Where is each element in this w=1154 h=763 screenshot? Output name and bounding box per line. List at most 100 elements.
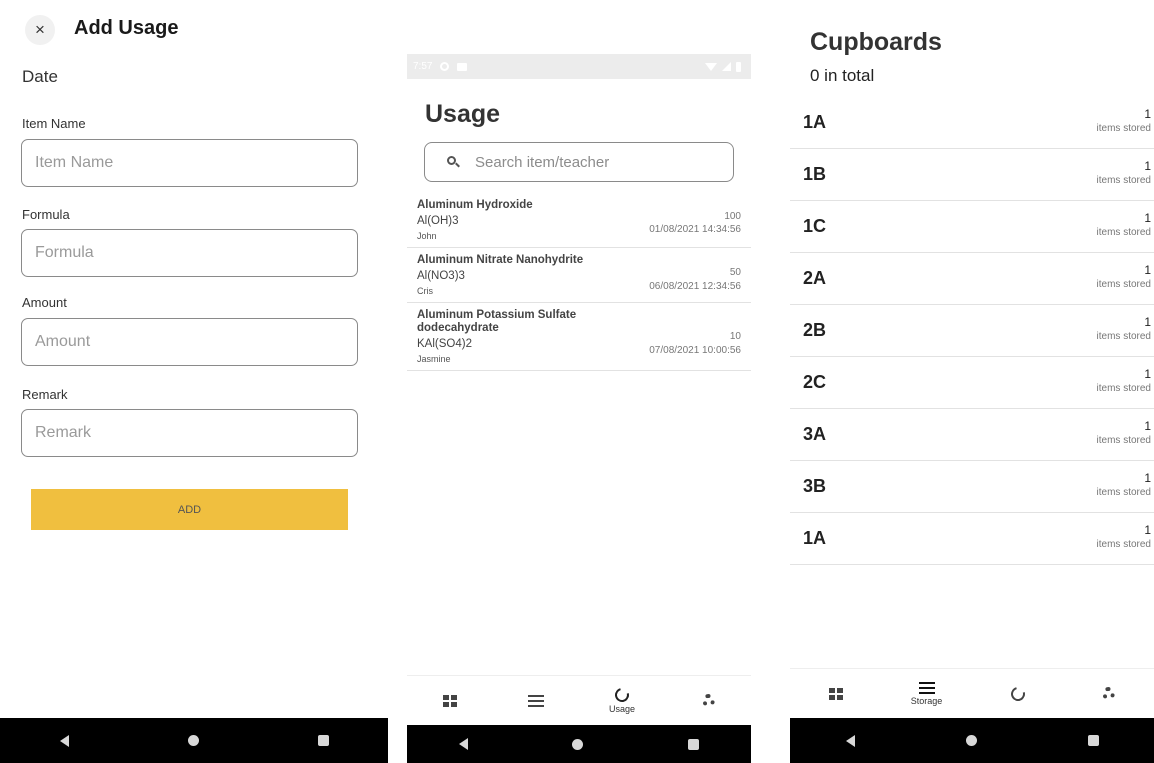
list-item[interactable]: Aluminum Hydroxide Al(OH)3 John 100 01/0… <box>407 193 751 248</box>
home-icon[interactable] <box>187 735 199 746</box>
list-item[interactable]: 1C 1 items stored <box>790 201 1154 253</box>
system-nav-bar <box>0 718 388 763</box>
date-label[interactable]: Date <box>22 67 58 87</box>
back-icon[interactable] <box>459 738 469 750</box>
cupboard-name: 1A <box>803 528 827 548</box>
usage-list: Aluminum Hydroxide Al(OH)3 John 100 01/0… <box>407 193 751 371</box>
settings-status-icon <box>440 62 450 71</box>
item-count-unit: items stored <box>1096 175 1151 186</box>
item-count-unit: items stored <box>1096 227 1151 238</box>
home-icon[interactable] <box>965 735 977 746</box>
amount-label: Amount <box>22 295 67 310</box>
tab-storage[interactable]: Storage <box>881 669 972 718</box>
cupboard-name: 2C <box>803 372 827 392</box>
item-amount: 50 <box>729 267 741 278</box>
item-count: 1 <box>1144 159 1151 173</box>
dashboard-icon <box>443 694 457 707</box>
tab-dashboard[interactable] <box>790 669 881 718</box>
tab-dashboard[interactable] <box>407 676 493 725</box>
item-name: Aluminum Hydroxide <box>417 199 533 211</box>
search-box[interactable] <box>424 142 734 182</box>
list-item[interactable]: Aluminum Nitrate Nanohydrite Al(NO3)3 Cr… <box>407 248 751 303</box>
formula-label: Formula <box>22 207 70 222</box>
gear-icon <box>1102 687 1115 700</box>
item-count-unit: items stored <box>1096 383 1151 394</box>
tab-usage[interactable] <box>972 669 1063 718</box>
tab-storage[interactable] <box>493 676 579 725</box>
system-nav-bar <box>790 718 1154 763</box>
item-count: 1 <box>1144 367 1151 381</box>
list-item[interactable]: Aluminum Potassium Sulfate dodecahydrate… <box>407 303 751 371</box>
list-item[interactable]: 1A 1 items stored <box>790 97 1154 149</box>
item-count-unit: items stored <box>1096 331 1151 342</box>
back-icon[interactable] <box>845 734 855 747</box>
battery-icon <box>736 61 741 72</box>
usage-circle-icon <box>1007 683 1028 704</box>
item-name: Aluminum Nitrate Nanohydrite <box>417 254 584 266</box>
page-title: Usage <box>425 100 501 128</box>
list-item[interactable]: 2A 1 items stored <box>790 253 1154 305</box>
cupboard-name: 1C <box>803 216 827 236</box>
status-time: 7:57 <box>413 61 433 72</box>
item-count: 1 <box>1144 419 1151 433</box>
tab-settings[interactable] <box>665 676 751 725</box>
page-title: Add Usage <box>74 17 179 39</box>
item-count-unit: items stored <box>1096 435 1151 446</box>
item-datetime: 07/08/2021 10:00:56 <box>649 345 741 356</box>
tab-settings[interactable] <box>1063 669 1154 718</box>
cupboard-name: 1A <box>803 112 827 132</box>
cupboard-list: 1A 1 items stored 1B 1 items stored 1C 1… <box>790 97 1154 565</box>
cupboard-name: 2A <box>803 268 827 288</box>
add-usage-screen: × Add Usage Date Item Name Formula Amoun… <box>0 0 388 763</box>
remark-input[interactable] <box>21 409 358 457</box>
back-icon[interactable] <box>59 734 69 747</box>
total-count: 0 in total <box>810 66 875 85</box>
item-count: 1 <box>1144 315 1151 329</box>
usage-screen: 7:57 Usage Aluminum Hydroxide Al(OH)3 Jo… <box>407 0 751 763</box>
bottom-tab-bar: Usage <box>407 675 751 725</box>
wifi-icon <box>705 62 717 71</box>
list-item[interactable]: 3A 1 items stored <box>790 409 1154 461</box>
item-count: 1 <box>1144 211 1151 225</box>
item-amount: 10 <box>729 331 741 342</box>
recents-icon[interactable] <box>1087 735 1099 746</box>
list-item[interactable]: 3B 1 items stored <box>790 461 1154 513</box>
amount-input[interactable] <box>21 318 358 366</box>
cupboard-name: 1B <box>803 164 827 184</box>
home-icon[interactable] <box>572 738 584 750</box>
list-item[interactable]: 2B 1 items stored <box>790 305 1154 357</box>
item-count-unit: items stored <box>1096 487 1151 498</box>
item-count: 1 <box>1144 263 1151 277</box>
tab-usage[interactable]: Usage <box>579 676 665 725</box>
search-input[interactable] <box>475 153 695 171</box>
status-bar: 7:57 <box>407 54 751 79</box>
item-count-unit: items stored <box>1096 123 1151 134</box>
list-item[interactable]: 2C 1 items stored <box>790 357 1154 409</box>
item-datetime: 01/08/2021 14:34:56 <box>649 224 741 235</box>
search-icon <box>447 156 460 168</box>
list-item[interactable]: 1B 1 items stored <box>790 149 1154 201</box>
item-count-unit: items stored <box>1096 539 1151 550</box>
gear-icon <box>701 694 715 707</box>
formula-input[interactable] <box>21 229 358 277</box>
cupboard-name: 2B <box>803 320 827 340</box>
close-icon: × <box>35 20 45 39</box>
signal-icon <box>722 62 731 71</box>
item-datetime: 06/08/2021 12:34:56 <box>649 281 741 292</box>
recents-icon[interactable] <box>687 738 699 750</box>
item-count-unit: items stored <box>1096 279 1151 290</box>
item-amount: 100 <box>724 211 741 222</box>
close-button[interactable]: × <box>25 15 55 45</box>
item-count: 1 <box>1144 523 1151 537</box>
cupboard-name: 3A <box>803 424 827 444</box>
bottom-tab-bar: Storage <box>790 668 1154 718</box>
item-name-input[interactable] <box>21 139 358 187</box>
cupboards-screen: Cupboards 0 in total 1A 1 items stored 1… <box>790 0 1154 763</box>
add-button[interactable]: ADD <box>31 489 348 530</box>
item-count: 1 <box>1144 471 1151 485</box>
list-icon <box>918 681 935 694</box>
item-count: 1 <box>1144 107 1151 121</box>
recents-icon[interactable] <box>317 735 329 746</box>
page-title: Cupboards <box>810 28 942 56</box>
list-item[interactable]: 1A 1 items stored <box>790 513 1154 565</box>
